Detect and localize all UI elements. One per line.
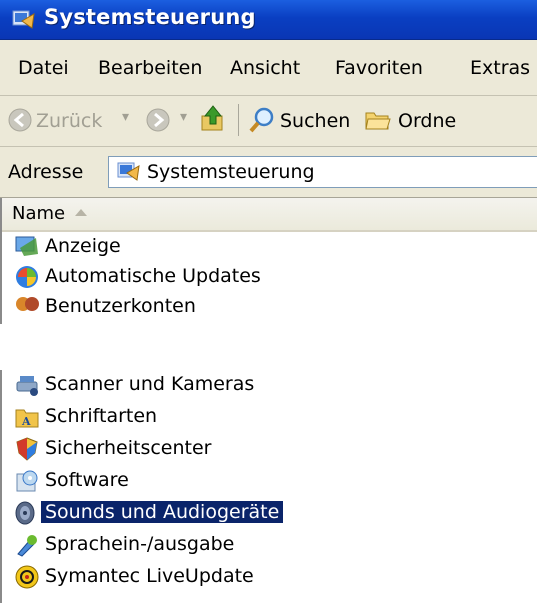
scanner-camera-icon — [16, 376, 38, 396]
address-bar: Adresse Systemsteuerung — [0, 147, 537, 198]
liveupdate-icon — [15, 565, 39, 589]
list-item[interactable]: Sicherheitscenter — [2, 434, 537, 464]
list-item-label: Sprachein-/ausgabe — [45, 533, 235, 555]
title-bar[interactable]: Systemsteuerung — [0, 0, 537, 40]
display-icon — [15, 236, 38, 256]
forward-dropdown-icon[interactable]: ▾ — [180, 109, 187, 125]
list-item[interactable]: Software — [2, 466, 537, 496]
list-item[interactable]: Automatische Updates — [2, 262, 537, 292]
window-title: Systemsteuerung — [44, 5, 256, 29]
column-name-label[interactable]: Name — [12, 203, 65, 224]
search-button[interactable]: Suchen — [280, 110, 350, 132]
software-icon — [16, 470, 38, 492]
address-field[interactable]: Systemsteuerung — [108, 156, 537, 188]
list-item[interactable]: Sprachein-/ausgabe — [2, 530, 537, 560]
column-header[interactable]: Name — [2, 198, 537, 232]
forward-arrow-icon[interactable] — [146, 108, 170, 132]
list-item-label: Symantec LiveUpdate — [45, 565, 254, 587]
list-item-label: Scanner und Kameras — [45, 373, 255, 395]
address-label: Adresse — [8, 161, 84, 183]
list-item-label: Benutzerkonten — [45, 295, 196, 317]
folders-button[interactable]: Ordne — [398, 110, 456, 132]
folder-up-icon[interactable] — [200, 104, 226, 134]
list-item-label: Sicherheitscenter — [45, 437, 212, 459]
sounds-speaker-icon — [15, 501, 35, 525]
sort-ascending-icon — [75, 209, 87, 216]
list-item[interactable]: Benutzerkonten — [2, 292, 537, 322]
user-accounts-icon — [16, 297, 39, 311]
search-icon[interactable] — [248, 106, 276, 134]
toolbar-separator — [238, 104, 239, 136]
back-button[interactable]: Zurück — [36, 110, 102, 132]
automatic-updates-icon — [16, 266, 38, 288]
back-dropdown-icon[interactable]: ▾ — [122, 109, 129, 125]
control-panel-icon — [12, 10, 35, 29]
menu-view[interactable]: Ansicht — [230, 57, 300, 79]
list-item-selected[interactable]: Sounds und Audiogeräte — [2, 498, 537, 528]
list-item-label: Sounds und Audiogeräte — [41, 501, 284, 523]
list-item-label: Schriftarten — [45, 405, 158, 427]
menu-edit[interactable]: Bearbeiten — [98, 57, 202, 79]
folders-icon[interactable] — [364, 107, 392, 133]
file-list-top: Name Anzeige Automatische Updates Benutz… — [0, 198, 537, 324]
list-item[interactable]: Scanner und Kameras — [2, 370, 537, 400]
list-item[interactable]: Symantec LiveUpdate — [2, 562, 537, 592]
list-item[interactable]: Anzeige — [2, 232, 537, 262]
svg-text:A: A — [21, 415, 31, 428]
toolbar: Zurück ▾ ▾ Suchen Ordne — [0, 96, 537, 147]
menu-bar: Datei Bearbeiten Ansicht Favoriten Extra… — [0, 40, 537, 96]
list-item-label: Software — [45, 469, 129, 491]
menu-extras[interactable]: Extras — [470, 57, 530, 79]
file-list-bottom: Scanner und Kameras A Schriftarten Siche… — [0, 370, 537, 603]
list-item-label: Automatische Updates — [45, 265, 261, 287]
security-center-shield-icon — [16, 437, 38, 461]
fonts-folder-icon: A — [15, 409, 39, 428]
list-item[interactable]: A Schriftarten — [2, 402, 537, 432]
cropped-gap — [0, 324, 537, 370]
menu-file[interactable]: Datei — [18, 57, 69, 79]
address-value: Systemsteuerung — [147, 161, 315, 183]
list-item-label: Anzeige — [45, 235, 121, 257]
menu-favorites[interactable]: Favoriten — [335, 57, 423, 79]
control-panel-icon — [117, 162, 140, 181]
back-arrow-icon[interactable] — [8, 108, 32, 132]
speech-icon — [17, 535, 37, 557]
